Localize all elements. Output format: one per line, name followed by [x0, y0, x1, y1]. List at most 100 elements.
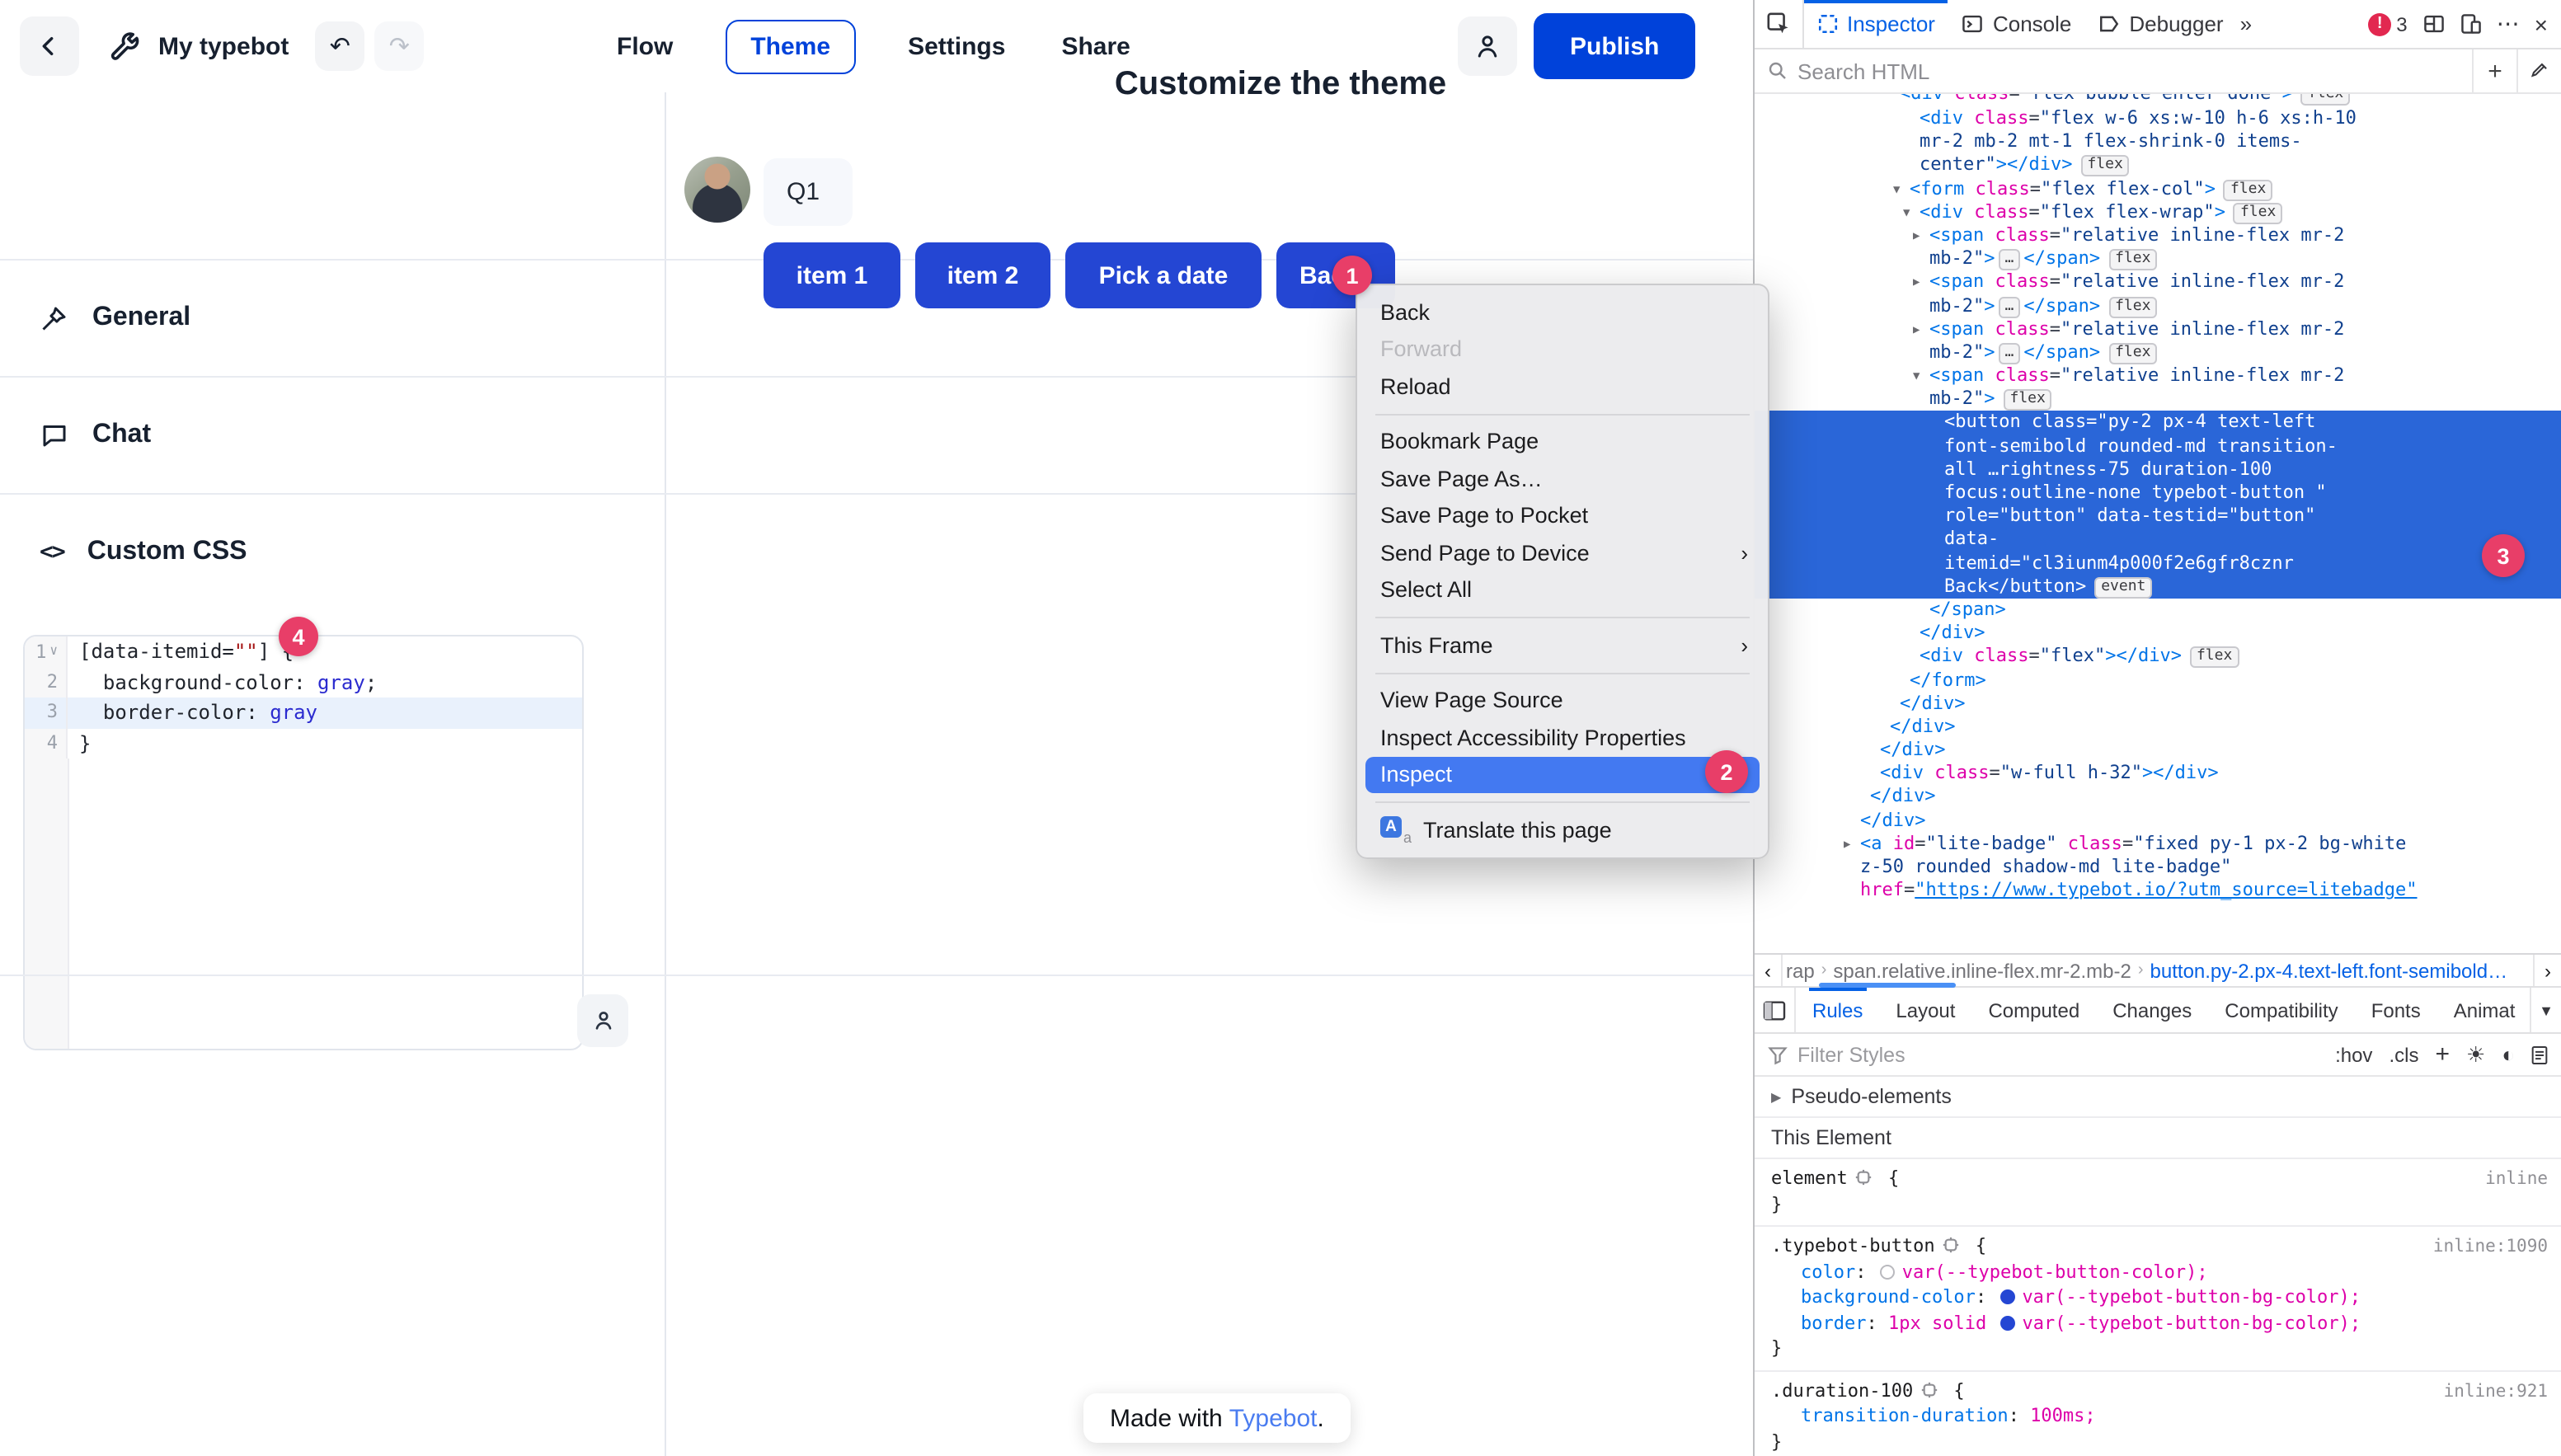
devtools-tree-row[interactable]: <div class="flex"></div>flex	[1755, 646, 2561, 669]
flex-badge[interactable]: flex	[2190, 647, 2239, 669]
devtools-tree-row[interactable]: <div class="w-full h-32"></div>	[1755, 763, 2561, 786]
tab-flow[interactable]: Flow	[613, 21, 676, 72]
custom-css-editor[interactable]: 1∨[data-itemid=""] {2 background-color: …	[23, 635, 584, 1050]
menu-item-this-frame[interactable]: This Frame›	[1357, 627, 1768, 664]
breadcrumb-item[interactable]: rap	[1786, 959, 1815, 982]
menu-item-reload[interactable]: Reload	[1357, 368, 1768, 405]
flex-badge[interactable]: flex	[2004, 390, 2052, 411]
breadcrumb-item[interactable]: button.py-2.px-4.text-left.font-semibold…	[2150, 959, 2508, 982]
rule-source-link[interactable]: inline:921	[2444, 1379, 2548, 1405]
toggle-classes[interactable]: .cls	[2389, 1043, 2418, 1066]
twisty-open-icon[interactable]: ▼	[1893, 177, 1910, 200]
responsive-mode-icon[interactable]	[2460, 13, 2482, 35]
pseudo-elements-toggle[interactable]: ▶ Pseudo-elements	[1755, 1077, 2561, 1118]
devtools-tree-row[interactable]: </div>	[1755, 622, 2561, 645]
close-devtools-icon[interactable]: ×	[2535, 11, 2548, 37]
rule-selector-line[interactable]: .typebot-button {inline:1090	[1755, 1233, 2561, 1259]
devtools-tree-row[interactable]: <div class="flex w-6 xs:w-10 h-6 xs:h-10	[1755, 107, 2561, 130]
color-scheme-icon[interactable]: ◐	[2502, 1044, 2515, 1065]
error-count-badge[interactable]: ! 3	[2368, 12, 2407, 35]
devtools-tree-row[interactable]: ▼<div class="flex flex-wrap">flex	[1755, 201, 2561, 224]
undo-button[interactable]: ↶	[315, 21, 364, 71]
menu-item-view-page-source[interactable]: View Page Source	[1357, 682, 1768, 719]
devtools-tab-console[interactable]: Console	[1948, 0, 2084, 48]
print-styles-icon[interactable]	[2531, 1045, 2548, 1064]
editor-line[interactable]: 2 background-color: gray;	[25, 667, 582, 697]
editor-code[interactable]: }	[68, 728, 91, 759]
typebot-brand-link[interactable]: Typebot	[1229, 1404, 1318, 1432]
flex-badge[interactable]: flex	[2080, 156, 2129, 177]
twisty-closed-icon[interactable]: ▶	[1913, 271, 1929, 294]
css-declaration[interactable]: border: 1px solid var(--typebot-button-b…	[1755, 1310, 2561, 1336]
event-badge[interactable]: event	[2094, 577, 2152, 599]
menu-item-translate-this-page[interactable]: AaTranslate this page	[1357, 811, 1768, 848]
panel-tabs-dropdown-icon[interactable]: ▼	[2530, 988, 2561, 1032]
selector-target-icon[interactable]	[1943, 1237, 1960, 1253]
menu-item-save-page-to-pocket[interactable]: Save Page to Pocket	[1357, 497, 1768, 534]
rule-selector-line[interactable]: .duration-100 {inline:921	[1755, 1378, 2561, 1403]
devtools-tree-row[interactable]: ▶<span class="relative inline-flex mr-2	[1755, 224, 2561, 247]
breadcrumb-scroll-right[interactable]: ›	[2533, 955, 2561, 986]
flex-badge[interactable]: flex	[2234, 203, 2282, 224]
devtools-tree-row[interactable]: ▶<a id="lite-badge" class="fixed py-1 px…	[1755, 833, 2561, 856]
rule-source-link[interactable]: inline:1090	[2433, 1235, 2548, 1261]
selector-target-icon[interactable]	[1921, 1381, 1938, 1397]
twisty-open-icon[interactable]: ▼	[1913, 364, 1929, 387]
collapsed-children-pill[interactable]: …	[1999, 296, 2021, 317]
devtools-tree-row[interactable]: ▶<span class="relative inline-flex mr-2	[1755, 317, 2561, 341]
twisty-closed-icon[interactable]: ▶	[1844, 833, 1860, 856]
devtools-selected-node[interactable]: role="button" data-testid="button"	[1755, 505, 2561, 528]
editor-line[interactable]: 4}	[25, 728, 582, 759]
devtools-tree-row[interactable]: href="https://www.typebot.io/?utm_source…	[1755, 879, 2561, 902]
editor-code[interactable]: [data-itemid=""] {	[68, 636, 294, 667]
rule-source-link[interactable]: inline	[2485, 1167, 2548, 1193]
devtools-selected-node[interactable]: data-	[1755, 528, 2561, 552]
made-with-badge[interactable]: Made with Typebot .	[1083, 1393, 1351, 1443]
devtools-tree-row[interactable]: mb-2">…</span>flex	[1755, 341, 2561, 364]
editor-code[interactable]: background-color: gray;	[68, 667, 377, 697]
devtools-tree-row[interactable]: </div>	[1755, 692, 2561, 715]
devtools-selected-node[interactable]: Back</button>event	[1755, 575, 2561, 599]
editor-code[interactable]: border-color: gray	[68, 697, 317, 728]
devtools-tree-row[interactable]: </div>	[1755, 739, 2561, 762]
twisty-open-icon[interactable]: ▼	[1903, 201, 1920, 224]
css-declaration[interactable]: background-color: var(--typebot-button-b…	[1755, 1285, 2561, 1310]
panel-tab-rules[interactable]: Rules	[1809, 988, 1866, 1032]
devtools-tree-row[interactable]: mr-2 mb-2 mt-1 flex-shrink-0 items-	[1755, 130, 2561, 153]
collapsed-children-pill[interactable]: …	[1999, 249, 2021, 270]
twisty-closed-icon[interactable]: ▶	[1913, 224, 1929, 247]
devtools-tree-row[interactable]: mb-2">flex	[1755, 388, 2561, 411]
devtools-selected-node[interactable]: font-semibold rounded-md transition-	[1755, 434, 2561, 458]
add-rule-button[interactable]: +	[2435, 1042, 2450, 1067]
devtools-tree-row[interactable]: <div class="flex bubble enter done">flex	[1755, 94, 2561, 107]
flex-badge[interactable]: flex	[2108, 343, 2157, 364]
collapse-panel-button[interactable]	[1755, 988, 1796, 1032]
color-swatch[interactable]	[1881, 1264, 1896, 1279]
panel-tab-computed[interactable]: Computed	[1985, 988, 2083, 1032]
menu-item-inspect-accessibility-properties[interactable]: Inspect Accessibility Properties	[1357, 719, 1768, 756]
wrench-icon[interactable]	[109, 30, 142, 63]
panel-tab-changes[interactable]: Changes	[2109, 988, 2195, 1032]
split-console-icon[interactable]	[2422, 13, 2446, 35]
css-declaration[interactable]: transition-duration: 100ms;	[1755, 1403, 2561, 1429]
devtools-tab-debugger[interactable]: Debugger	[2084, 0, 2236, 48]
menu-item-back[interactable]: Back	[1357, 294, 1768, 331]
panel-tab-layout[interactable]: Layout	[1892, 988, 1958, 1032]
panel-tab-animat[interactable]: Animat	[2451, 988, 2519, 1032]
flex-badge[interactable]: flex	[2301, 94, 2350, 106]
filter-styles-bar[interactable]: Filter Styles :hov .cls + ☀ ◐	[1755, 1034, 2561, 1077]
editor-line[interactable]: 3 border-color: gray	[25, 697, 582, 728]
choice-button-pick-a-date[interactable]: Pick a date	[1065, 242, 1262, 308]
devtools-selected-node[interactable]: <button class="py-2 px-4 text-left	[1755, 411, 2561, 434]
meatball-menu-icon[interactable]: ⋯	[2497, 10, 2520, 38]
light-theme-icon[interactable]: ☀	[2466, 1044, 2485, 1065]
devtools-tree-row[interactable]: z-50 rounded shadow-md lite-badge"	[1755, 856, 2561, 879]
eyedropper-button[interactable]	[2516, 49, 2561, 92]
html-search-bar[interactable]: Search HTML +	[1755, 49, 2561, 94]
menu-item-save-page-as[interactable]: Save Page As…	[1357, 460, 1768, 497]
menu-item-bookmark-page[interactable]: Bookmark Page	[1357, 423, 1768, 460]
devtools-tree-row[interactable]: mb-2">…</span>flex	[1755, 247, 2561, 270]
breadcrumb-item[interactable]: span.relative.inline-flex.mr-2.mb-2	[1833, 959, 2131, 982]
devtools-tree-row[interactable]: ▶<span class="relative inline-flex mr-2	[1755, 271, 2561, 294]
color-swatch[interactable]	[2000, 1315, 2015, 1330]
